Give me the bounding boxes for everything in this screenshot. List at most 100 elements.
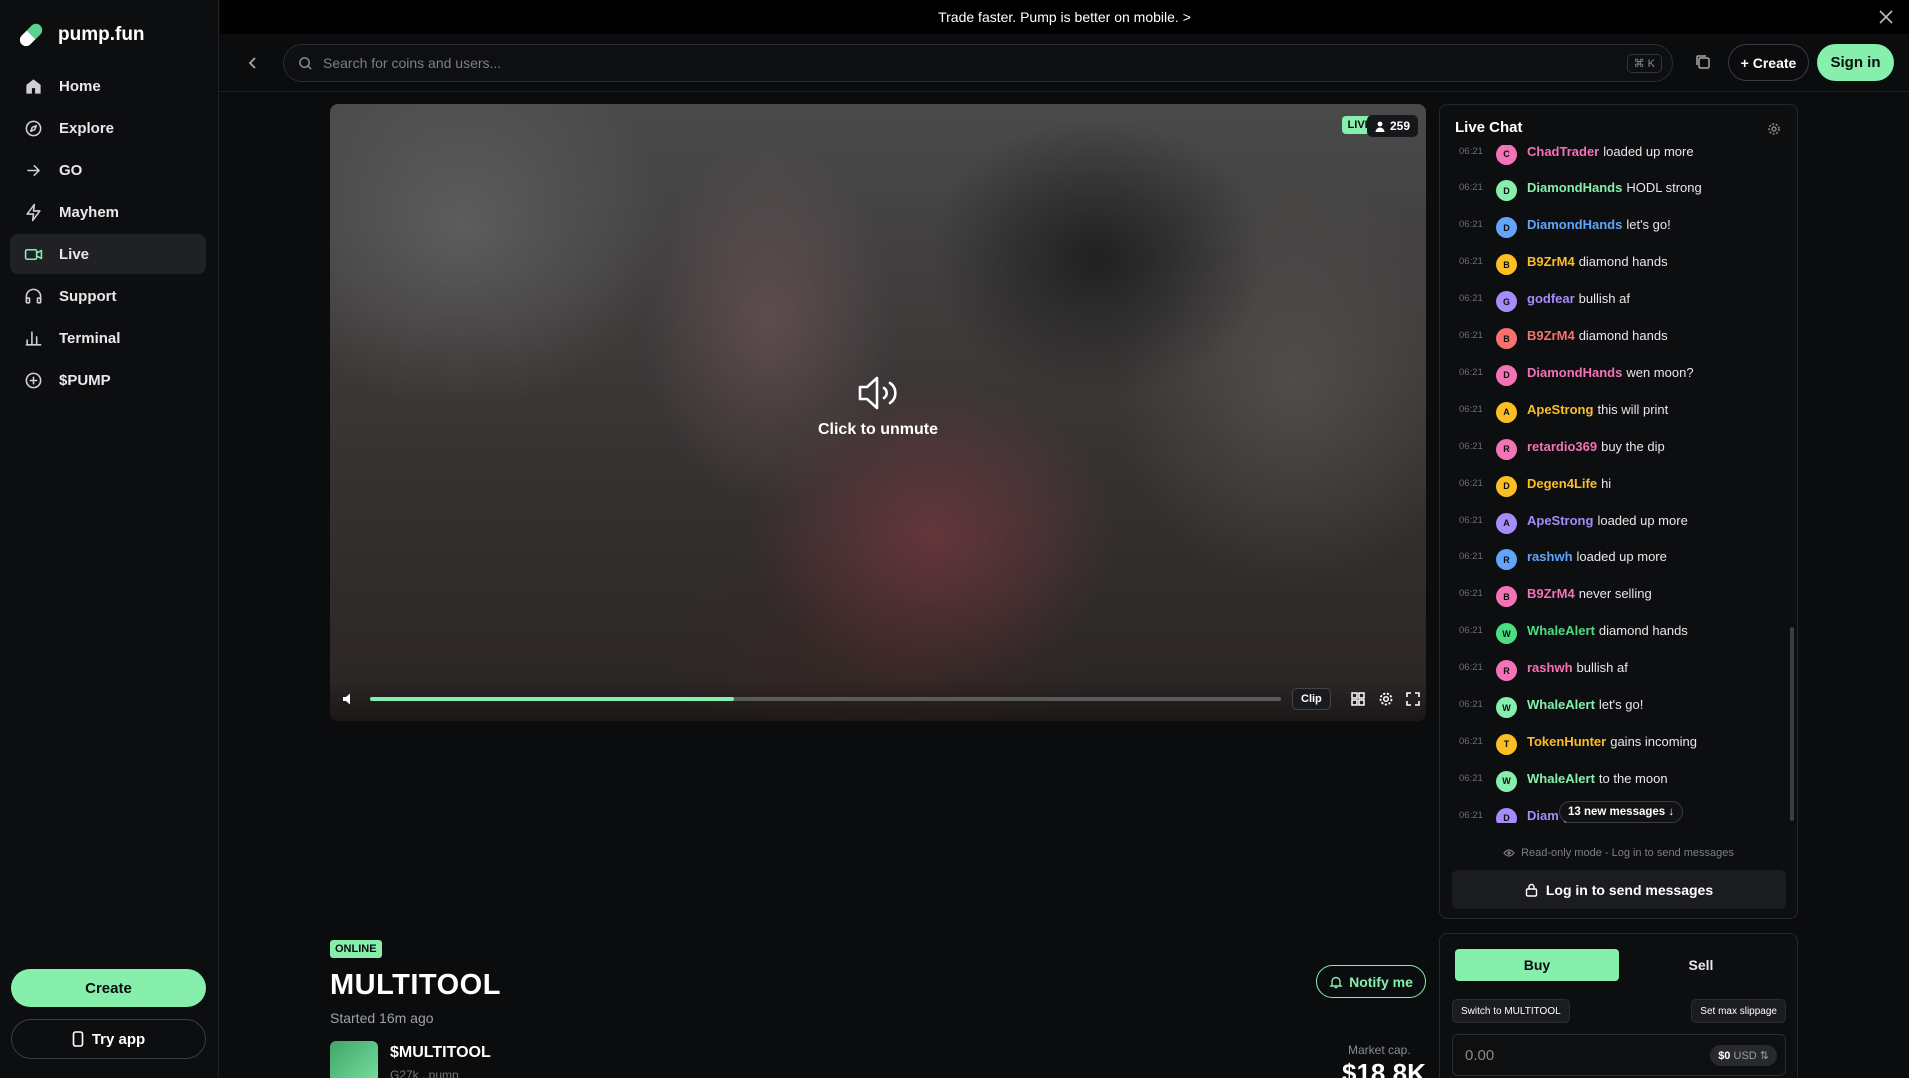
- message-username[interactable]: B9ZrM4: [1527, 328, 1575, 343]
- amount-field[interactable]: $0 USD ⇅: [1452, 1034, 1786, 1076]
- message-text: loaded up more: [1597, 512, 1688, 528]
- message-username[interactable]: B9ZrM4: [1527, 254, 1575, 269]
- fullscreen-icon[interactable]: [1405, 691, 1421, 707]
- avatar[interactable]: B: [1496, 254, 1517, 276]
- chat-message: 06:21 Rrashwh loaded up more: [1440, 539, 1790, 575]
- avatar[interactable]: D: [1496, 807, 1517, 823]
- mobile-banner[interactable]: Trade faster. Pump is better on mobile. …: [220, 0, 1909, 34]
- login-to-chat-button[interactable]: Log in to send messages: [1452, 870, 1786, 909]
- close-icon[interactable]: [1877, 8, 1895, 26]
- chat-message: 06:21 W WhaleAlert let's go!: [1440, 687, 1790, 723]
- message-username[interactable]: WhaleAlert: [1527, 697, 1595, 712]
- chat-message: 06:21 A ApeStrong this will print: [1440, 391, 1790, 427]
- copy-icon[interactable]: [1694, 53, 1712, 71]
- message-username[interactable]: DiamondHands: [1527, 180, 1622, 195]
- sidebar-item-home[interactable]: Home: [10, 66, 206, 106]
- avatar[interactable]: D: [1496, 217, 1517, 239]
- sidebar-item-go[interactable]: GO: [10, 150, 206, 190]
- message-username[interactable]: ApeStrong: [1527, 402, 1593, 417]
- avatar[interactable]: B: [1496, 586, 1517, 608]
- message-username[interactable]: ChadTrader: [1527, 145, 1599, 159]
- new-messages-pill[interactable]: 13 new messages ↓: [1559, 801, 1684, 823]
- login-to-chat-label: Log in to send messages: [1545, 881, 1714, 898]
- avatar[interactable]: W: [1496, 623, 1517, 645]
- avatar[interactable]: A: [1496, 401, 1517, 423]
- amount-input[interactable]: [1465, 1046, 1711, 1064]
- search-bar[interactable]: ⌘ K: [283, 44, 1673, 82]
- currency-toggle[interactable]: $0 USD ⇅: [1710, 1044, 1777, 1066]
- sign-in-button[interactable]: Sign in: [1817, 44, 1894, 81]
- message-username[interactable]: B9ZrM4: [1527, 586, 1575, 601]
- message-username[interactable]: WhaleAlert: [1527, 771, 1595, 786]
- grid-icon[interactable]: [1350, 691, 1366, 707]
- chat-message: 06:21 Ggodfear bullish af: [1440, 281, 1790, 317]
- message-username[interactable]: godfear: [1527, 291, 1575, 306]
- tab-sell[interactable]: Sell: [1619, 949, 1783, 981]
- avatar[interactable]: D: [1496, 180, 1517, 202]
- settings-gear-icon[interactable]: [1378, 691, 1394, 707]
- sidebar-item-mayhem[interactable]: Mayhem: [10, 192, 206, 232]
- avatar[interactable]: R: [1496, 660, 1517, 682]
- volume-muted-icon[interactable]: [341, 691, 357, 707]
- message-username[interactable]: ApeStrong: [1527, 513, 1593, 528]
- chat-scrollbar[interactable]: [1790, 627, 1794, 821]
- chat-settings-icon[interactable]: [1766, 121, 1782, 137]
- message-time: 06:21: [1459, 182, 1483, 194]
- avatar[interactable]: G: [1496, 291, 1517, 313]
- chat-message-list[interactable]: 06:21 C ChadTrader loaded up more 06:21 D Diam…: [1440, 145, 1790, 823]
- message-text: to the moon: [1598, 770, 1668, 786]
- clip-button[interactable]: Clip: [1292, 688, 1331, 710]
- sidebar-item-live[interactable]: Live: [10, 234, 206, 274]
- avatar[interactable]: C: [1496, 145, 1517, 165]
- live-chat-panel: Live Chat 06:21 C ChadTrader loaded up more…: [1439, 104, 1798, 919]
- try-app-button[interactable]: Try app: [11, 1019, 206, 1059]
- progress-bar[interactable]: [370, 697, 1281, 701]
- avatar[interactable]: T: [1496, 733, 1517, 755]
- avatar[interactable]: D: [1496, 364, 1517, 386]
- avatar[interactable]: R: [1496, 549, 1517, 571]
- logo[interactable]: pump.fun: [14, 18, 145, 52]
- speaker-icon: [858, 376, 897, 410]
- arrow-right-icon: [27, 164, 40, 176]
- avatar[interactable]: A: [1496, 512, 1517, 534]
- coin-ticker[interactable]: $MULTITOOL: [390, 1044, 491, 1062]
- tab-buy[interactable]: Buy: [1455, 949, 1619, 981]
- avatar[interactable]: W: [1496, 770, 1517, 792]
- message-username[interactable]: Diam: [1527, 808, 1559, 823]
- message-username[interactable]: rashwh: [1527, 660, 1573, 675]
- video-player[interactable]: LIVE 259 Click to unmute Clip: [330, 104, 1426, 721]
- message-username[interactable]: DiamondHands: [1527, 217, 1622, 232]
- message-text: loaded up more: [1603, 145, 1694, 159]
- header-create-button[interactable]: + Create: [1728, 44, 1809, 81]
- message-username[interactable]: Degen4Life: [1527, 476, 1597, 491]
- sidebar-create-button[interactable]: Create: [11, 969, 206, 1007]
- click-to-unmute[interactable]: Click to unmute: [330, 374, 1426, 439]
- avatar[interactable]: D: [1496, 475, 1517, 497]
- search-input[interactable]: [323, 55, 1627, 71]
- message-username[interactable]: rashwh: [1527, 549, 1573, 564]
- message-username[interactable]: retardio369: [1527, 439, 1597, 454]
- sidebar-item-terminal[interactable]: Terminal: [10, 318, 206, 358]
- message-time: 06:21: [1459, 809, 1483, 821]
- max-slippage-button[interactable]: Set max slippage: [1691, 999, 1786, 1023]
- sidebar-item-explore[interactable]: Explore: [10, 108, 206, 148]
- sidebar-nav: Home Explore GO Mayhem Live Support Term…: [10, 66, 206, 402]
- switch-token-button[interactable]: Switch to MULTITOOL: [1452, 999, 1570, 1023]
- avatar[interactable]: W: [1496, 697, 1517, 718]
- chat-message: 06:21 B B9ZrM4 diamond hands: [1440, 244, 1790, 280]
- search-shortcut: ⌘ K: [1626, 53, 1662, 73]
- message-username[interactable]: TokenHunter: [1527, 734, 1606, 749]
- message-time: 06:21: [1459, 551, 1483, 563]
- sidebar-item-support[interactable]: Support: [10, 276, 206, 316]
- avatar[interactable]: B: [1496, 328, 1517, 349]
- message-username[interactable]: DiamondHands: [1527, 365, 1622, 380]
- chevron-left-icon[interactable]: [244, 54, 262, 72]
- notify-me-button[interactable]: Notify me: [1316, 965, 1426, 998]
- video-controls: Clip: [330, 679, 1426, 721]
- coin-image[interactable]: [330, 1041, 378, 1078]
- chat-message: 06:21 A ApeStrong loaded up more: [1440, 502, 1790, 538]
- message-username[interactable]: WhaleAlert: [1527, 623, 1595, 638]
- chat-message: 06:21 W WhaleAlert diamond hands: [1440, 613, 1790, 649]
- sidebar-item-pump[interactable]: $PUMP: [10, 360, 206, 400]
- avatar[interactable]: R: [1496, 438, 1517, 460]
